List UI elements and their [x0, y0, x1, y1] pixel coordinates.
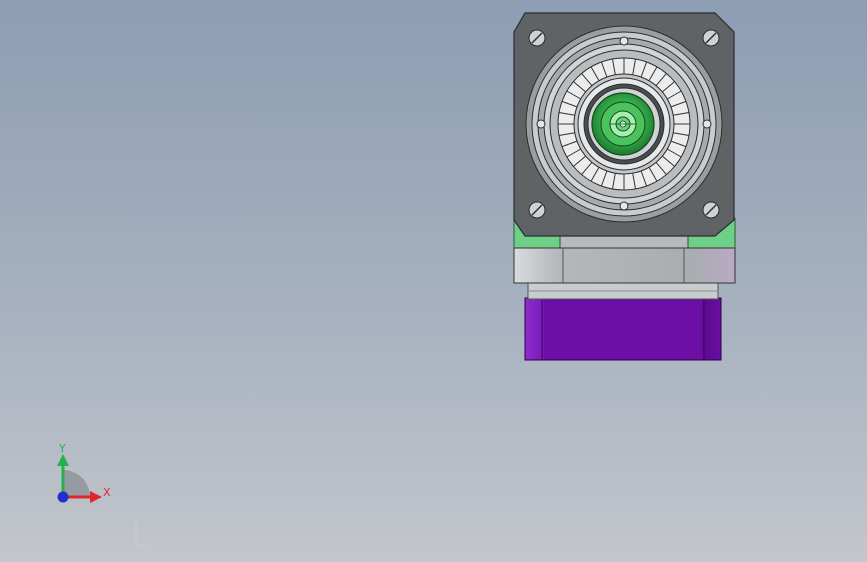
motor-housing	[524, 297, 722, 361]
orientation-triad: Y X	[48, 440, 123, 510]
gearbox-model-icon	[513, 12, 736, 361]
collar	[513, 247, 736, 284]
scale-mark-icon	[135, 516, 150, 547]
view-scale-mark	[134, 514, 154, 548]
axis-x-label: X	[103, 486, 111, 499]
gearbox-model[interactable]	[505, 8, 745, 368]
axis-y-label: Y	[59, 442, 66, 455]
graphics-viewport[interactable]: Y X	[0, 0, 867, 562]
